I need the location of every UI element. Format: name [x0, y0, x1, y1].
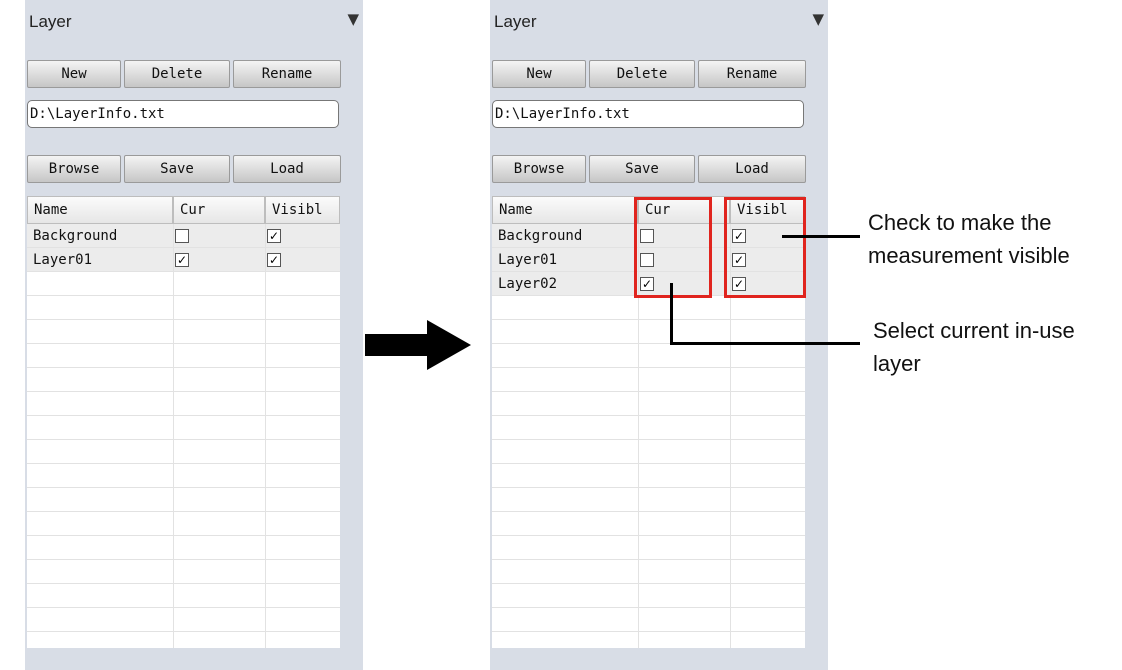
- empty-table-row: [492, 632, 805, 648]
- empty-table-row: [27, 272, 340, 296]
- empty-table-row: [492, 344, 805, 368]
- current-annotation-line1: Select current in-use: [873, 318, 1075, 343]
- current-callout-line-horizontal: [670, 342, 860, 345]
- empty-table-row: [27, 296, 340, 320]
- empty-table-row: [27, 440, 340, 464]
- dropdown-arrow-icon[interactable]: ▼: [347, 10, 359, 28]
- visible-annotation-line1: Check to make the: [868, 210, 1052, 235]
- cur-checkbox[interactable]: ✓: [175, 253, 189, 267]
- empty-table-row: [27, 368, 340, 392]
- empty-table-row: [492, 296, 805, 320]
- layer-panel-before: Layer ▼ New Delete Rename D:\LayerInfo.t…: [25, 0, 363, 670]
- layer-name: Layer02: [498, 276, 558, 292]
- empty-table-row: [492, 536, 805, 560]
- empty-table-row: [27, 416, 340, 440]
- file-path-input[interactable]: D:\LayerInfo.txt: [492, 100, 804, 128]
- empty-table-row: [27, 464, 340, 488]
- empty-table-row: [27, 560, 340, 584]
- column-divider: [265, 224, 266, 648]
- browse-button[interactable]: Browse: [27, 155, 121, 183]
- visible-annotation-line2: measurement visible: [868, 243, 1070, 268]
- table-row[interactable]: Layer01 ✓ ✓: [27, 248, 340, 272]
- empty-table-row: [492, 440, 805, 464]
- empty-table-row: [27, 488, 340, 512]
- load-button[interactable]: Load: [233, 155, 341, 183]
- delete-button[interactable]: Delete: [589, 60, 695, 88]
- empty-table-row: [492, 512, 805, 536]
- current-annotation-line2: layer: [873, 351, 921, 376]
- browse-button[interactable]: Browse: [492, 155, 586, 183]
- layer-panel-after: Layer ▼ New Delete Rename D:\LayerInfo.t…: [490, 0, 828, 670]
- panel-title: Layer: [494, 12, 537, 31]
- layer-name: Layer01: [33, 252, 93, 268]
- file-path-input[interactable]: D:\LayerInfo.txt: [27, 100, 339, 128]
- dropdown-arrow-icon[interactable]: ▼: [812, 10, 824, 28]
- empty-table-row: [492, 584, 805, 608]
- right-arrow-icon: [365, 320, 471, 370]
- visible-checkbox[interactable]: ✓: [267, 253, 281, 267]
- rename-button[interactable]: Rename: [698, 60, 806, 88]
- table-row[interactable]: Background ✓: [27, 224, 340, 248]
- current-annotation: Select current in-use layer: [873, 314, 1075, 380]
- empty-table-row: [27, 608, 340, 632]
- empty-table-row: [492, 320, 805, 344]
- column-header-visible[interactable]: Visibl: [265, 196, 340, 224]
- empty-table-row: [492, 488, 805, 512]
- save-button[interactable]: Save: [589, 155, 695, 183]
- new-button[interactable]: New: [492, 60, 586, 88]
- visible-column-highlight: [724, 197, 806, 298]
- save-button[interactable]: Save: [124, 155, 230, 183]
- load-button[interactable]: Load: [698, 155, 806, 183]
- empty-table-row: [492, 608, 805, 632]
- layer-table: Name Cur Visibl Background ✓ Layer01 ✓ ✓: [27, 196, 340, 648]
- empty-table-row: [27, 344, 340, 368]
- column-divider: [173, 224, 174, 648]
- empty-table-row: [492, 368, 805, 392]
- empty-table-row: [27, 392, 340, 416]
- empty-table-row: [492, 392, 805, 416]
- empty-table-row: [492, 560, 805, 584]
- layer-name: Layer01: [498, 252, 558, 268]
- layer-name: Background: [498, 228, 583, 244]
- cur-column-highlight: [634, 197, 712, 298]
- layer-name: Background: [33, 228, 118, 244]
- empty-table-row: [492, 416, 805, 440]
- column-header-cur[interactable]: Cur: [173, 196, 265, 224]
- cur-checkbox[interactable]: [175, 229, 189, 243]
- current-callout-line-vertical: [670, 283, 673, 345]
- empty-table-row: [27, 320, 340, 344]
- panel-title: Layer: [29, 12, 72, 31]
- column-header-name[interactable]: Name: [27, 196, 173, 224]
- empty-table-row: [27, 536, 340, 560]
- new-button[interactable]: New: [27, 60, 121, 88]
- rename-button[interactable]: Rename: [233, 60, 341, 88]
- delete-button[interactable]: Delete: [124, 60, 230, 88]
- empty-table-row: [27, 584, 340, 608]
- visible-callout-line: [782, 235, 860, 238]
- visible-annotation: Check to make the measurement visible: [868, 206, 1070, 272]
- column-header-name[interactable]: Name: [492, 196, 638, 224]
- empty-table-row: [27, 632, 340, 648]
- empty-table-row: [27, 512, 340, 536]
- empty-table-row: [492, 464, 805, 488]
- visible-checkbox[interactable]: ✓: [267, 229, 281, 243]
